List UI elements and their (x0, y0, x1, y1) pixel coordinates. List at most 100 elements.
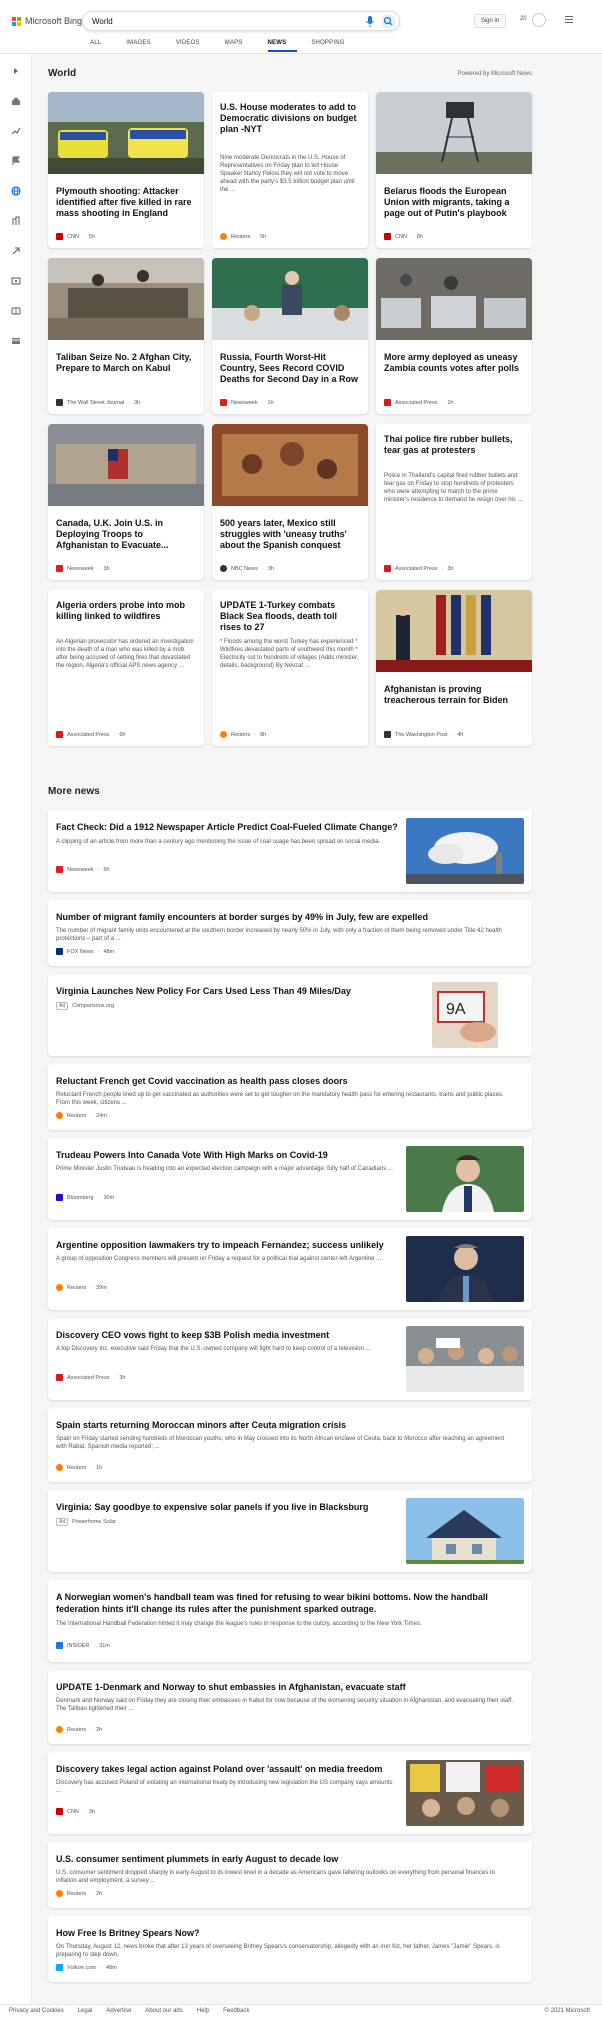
news-card[interactable]: Thai police fire rubber bullets, tear ga… (376, 424, 532, 580)
rewards-points[interactable]: 20 (520, 16, 527, 22)
card-source[interactable]: The Wall Street Journal · 3h (56, 399, 140, 406)
card-title[interactable]: Plymouth shooting: Attacker identified a… (56, 186, 196, 219)
news-source[interactable]: Associated Press · 3h (56, 1374, 125, 1381)
microphone-icon[interactable] (365, 15, 375, 28)
news-item[interactable]: Spain starts returning Moroccan minors a… (48, 1408, 532, 1482)
tab-images[interactable]: IMAGES (126, 40, 162, 52)
news-title[interactable]: U.S. consumer sentiment plummets in earl… (56, 1853, 516, 1865)
news-source[interactable]: CNN · 3h (56, 1808, 95, 1815)
card-source[interactable]: CNN · 8h (384, 233, 423, 240)
news-source[interactable]: Newsweek · 6h (56, 866, 110, 873)
news-title[interactable]: Reluctant French get Covid vaccination a… (56, 1075, 516, 1087)
news-item[interactable]: How Free Is Britney Spears Now? On Thurs… (48, 1916, 532, 1982)
news-source[interactable]: FOX News · 48m (56, 948, 114, 955)
news-title[interactable]: Number of migrant family encounters at b… (56, 911, 516, 923)
news-source[interactable]: INSIDER · 31m (56, 1642, 110, 1649)
news-card[interactable]: Afghanistan is proving treacherous terra… (376, 590, 532, 746)
news-source[interactable]: Reuters · 39m (56, 1284, 107, 1291)
home-icon[interactable] (11, 96, 21, 106)
card-title[interactable]: More army deployed as uneasy Zambia coun… (384, 352, 524, 374)
card-source[interactable]: Reuters · 8h (220, 731, 266, 738)
news-title[interactable]: Trudeau Powers Into Canada Vote With Hig… (56, 1149, 401, 1161)
card-source[interactable]: The Washington Post · 4h (384, 731, 463, 738)
sports-icon[interactable] (11, 306, 21, 316)
tab-all[interactable]: ALL (90, 40, 112, 52)
footer-link-about-ads[interactable]: About our ads (145, 2008, 182, 2014)
news-source[interactable]: Reuters · 1h (56, 1464, 102, 1471)
card-source[interactable]: Reuters · 5h (220, 233, 266, 240)
ad-source[interactable]: Ad Comparisons.org (56, 1002, 114, 1010)
footer-link-privacy[interactable]: Privacy and Cookies (9, 2008, 64, 2014)
bing-logo[interactable]: Microsoft Bing (12, 16, 82, 26)
news-source[interactable]: Reuters · 2h (56, 1890, 102, 1897)
news-card[interactable]: U.S. House moderates to add to Democrati… (212, 92, 368, 248)
business-icon[interactable] (11, 216, 21, 226)
news-card[interactable]: UPDATE 1-Turkey combats Black Sea floods… (212, 590, 368, 746)
news-title[interactable]: A Norwegian women's handball team was fi… (56, 1591, 516, 1615)
news-item[interactable]: Discovery CEO vows fight to keep $3B Pol… (48, 1318, 532, 1400)
news-source[interactable]: Vulture.com · 48m (56, 1964, 117, 1971)
trending-icon[interactable] (11, 126, 21, 136)
news-title[interactable]: Fact Check: Did a 1912 Newspaper Article… (56, 821, 401, 833)
news-item[interactable]: Fact Check: Did a 1912 Newspaper Article… (48, 810, 532, 892)
news-card[interactable]: Russia, Fourth Worst-Hit Country, Sees R… (212, 258, 368, 414)
card-source[interactable]: NBC News · 3h (220, 565, 274, 572)
flag-icon[interactable] (11, 156, 21, 166)
news-card[interactable]: More army deployed as uneasy Zambia coun… (376, 258, 532, 414)
footer-link-advertise[interactable]: Advertise (106, 2008, 131, 2014)
news-card[interactable]: Canada, U.K. Join U.S. in Deploying Troo… (48, 424, 204, 580)
news-title[interactable]: How Free Is Britney Spears Now? (56, 1927, 516, 1939)
hamburger-menu-icon[interactable] (565, 16, 573, 24)
news-card[interactable]: Algeria orders probe into mob killing li… (48, 590, 204, 746)
ad-source[interactable]: Ad Powerhome Solar (56, 1518, 116, 1526)
tab-videos[interactable]: VIDEOS (176, 40, 211, 52)
entertainment-icon[interactable] (11, 276, 21, 286)
ad-title[interactable]: Virginia Launches New Policy For Cars Us… (56, 985, 416, 997)
news-card[interactable]: Taliban Seize No. 2 Afghan City, Prepare… (48, 258, 204, 414)
ad-item[interactable]: Virginia: Say goodbye to expensive solar… (48, 1490, 532, 1572)
news-title[interactable]: Argentine opposition lawmakers try to im… (56, 1239, 401, 1251)
news-source[interactable]: Bloomberg · 30m (56, 1194, 114, 1201)
search-button[interactable] (381, 14, 396, 29)
news-title[interactable]: Discovery takes legal action against Pol… (56, 1763, 401, 1775)
tab-news[interactable]: NEWS (267, 40, 298, 52)
card-source[interactable]: Newsweek · 3h (56, 565, 110, 572)
card-source[interactable]: Associated Press · 6h (56, 731, 125, 738)
news-title[interactable]: Spain starts returning Moroccan minors a… (56, 1419, 516, 1431)
footer-link-feedback[interactable]: Feedback (223, 2008, 249, 2014)
news-card[interactable]: 500 years later, Mexico still struggles … (212, 424, 368, 580)
news-item[interactable]: Reluctant French get Covid vaccination a… (48, 1064, 532, 1130)
sign-in-button[interactable]: Sign in (474, 14, 506, 28)
card-title[interactable]: 500 years later, Mexico still struggles … (220, 518, 360, 551)
rewards-medal-icon[interactable] (532, 13, 546, 27)
science-icon[interactable] (11, 246, 21, 256)
news-item[interactable]: UPDATE 1-Denmark and Norway to shut emba… (48, 1670, 532, 1744)
news-item[interactable]: Argentine opposition lawmakers try to im… (48, 1228, 532, 1310)
news-card[interactable]: Belarus floods the European Union with m… (376, 92, 532, 248)
card-title[interactable]: Thai police fire rubber bullets, tear ga… (384, 434, 524, 456)
card-title[interactable]: UPDATE 1-Turkey combats Black Sea floods… (220, 600, 360, 633)
news-source[interactable]: Reuters · 2h (56, 1726, 102, 1733)
card-title[interactable]: Algeria orders probe into mob killing li… (56, 600, 196, 622)
search-input[interactable]: World (92, 17, 113, 26)
news-item[interactable]: Trudeau Powers Into Canada Vote With Hig… (48, 1138, 532, 1220)
footer-link-help[interactable]: Help (197, 2008, 209, 2014)
tab-shopping[interactable]: SHOPPING (311, 40, 355, 52)
news-card[interactable]: Plymouth shooting: Attacker identified a… (48, 92, 204, 248)
card-source[interactable]: Associated Press · 1h (384, 399, 453, 406)
footer-link-legal[interactable]: Legal (78, 2008, 93, 2014)
tab-maps[interactable]: MAPS (225, 40, 254, 52)
card-source[interactable]: CNN · 5h (56, 233, 95, 240)
card-title[interactable]: Taliban Seize No. 2 Afghan City, Prepare… (56, 352, 196, 374)
news-item[interactable]: Number of migrant family encounters at b… (48, 900, 532, 966)
politics-icon[interactable] (11, 336, 21, 346)
card-title[interactable]: Canada, U.K. Join U.S. in Deploying Troo… (56, 518, 196, 551)
news-source[interactable]: Reuters · 24m (56, 1112, 107, 1119)
card-title[interactable]: Afghanistan is proving treacherous terra… (384, 684, 524, 706)
news-item[interactable]: A Norwegian women's handball team was fi… (48, 1580, 532, 1662)
ad-item[interactable]: Virginia Launches New Policy For Cars Us… (48, 974, 532, 1056)
news-item[interactable]: Discovery takes legal action against Pol… (48, 1752, 532, 1834)
news-item[interactable]: U.S. consumer sentiment plummets in earl… (48, 1842, 532, 1908)
card-title[interactable]: Belarus floods the European Union with m… (384, 186, 524, 219)
ad-title[interactable]: Virginia: Say goodbye to expensive solar… (56, 1501, 401, 1513)
